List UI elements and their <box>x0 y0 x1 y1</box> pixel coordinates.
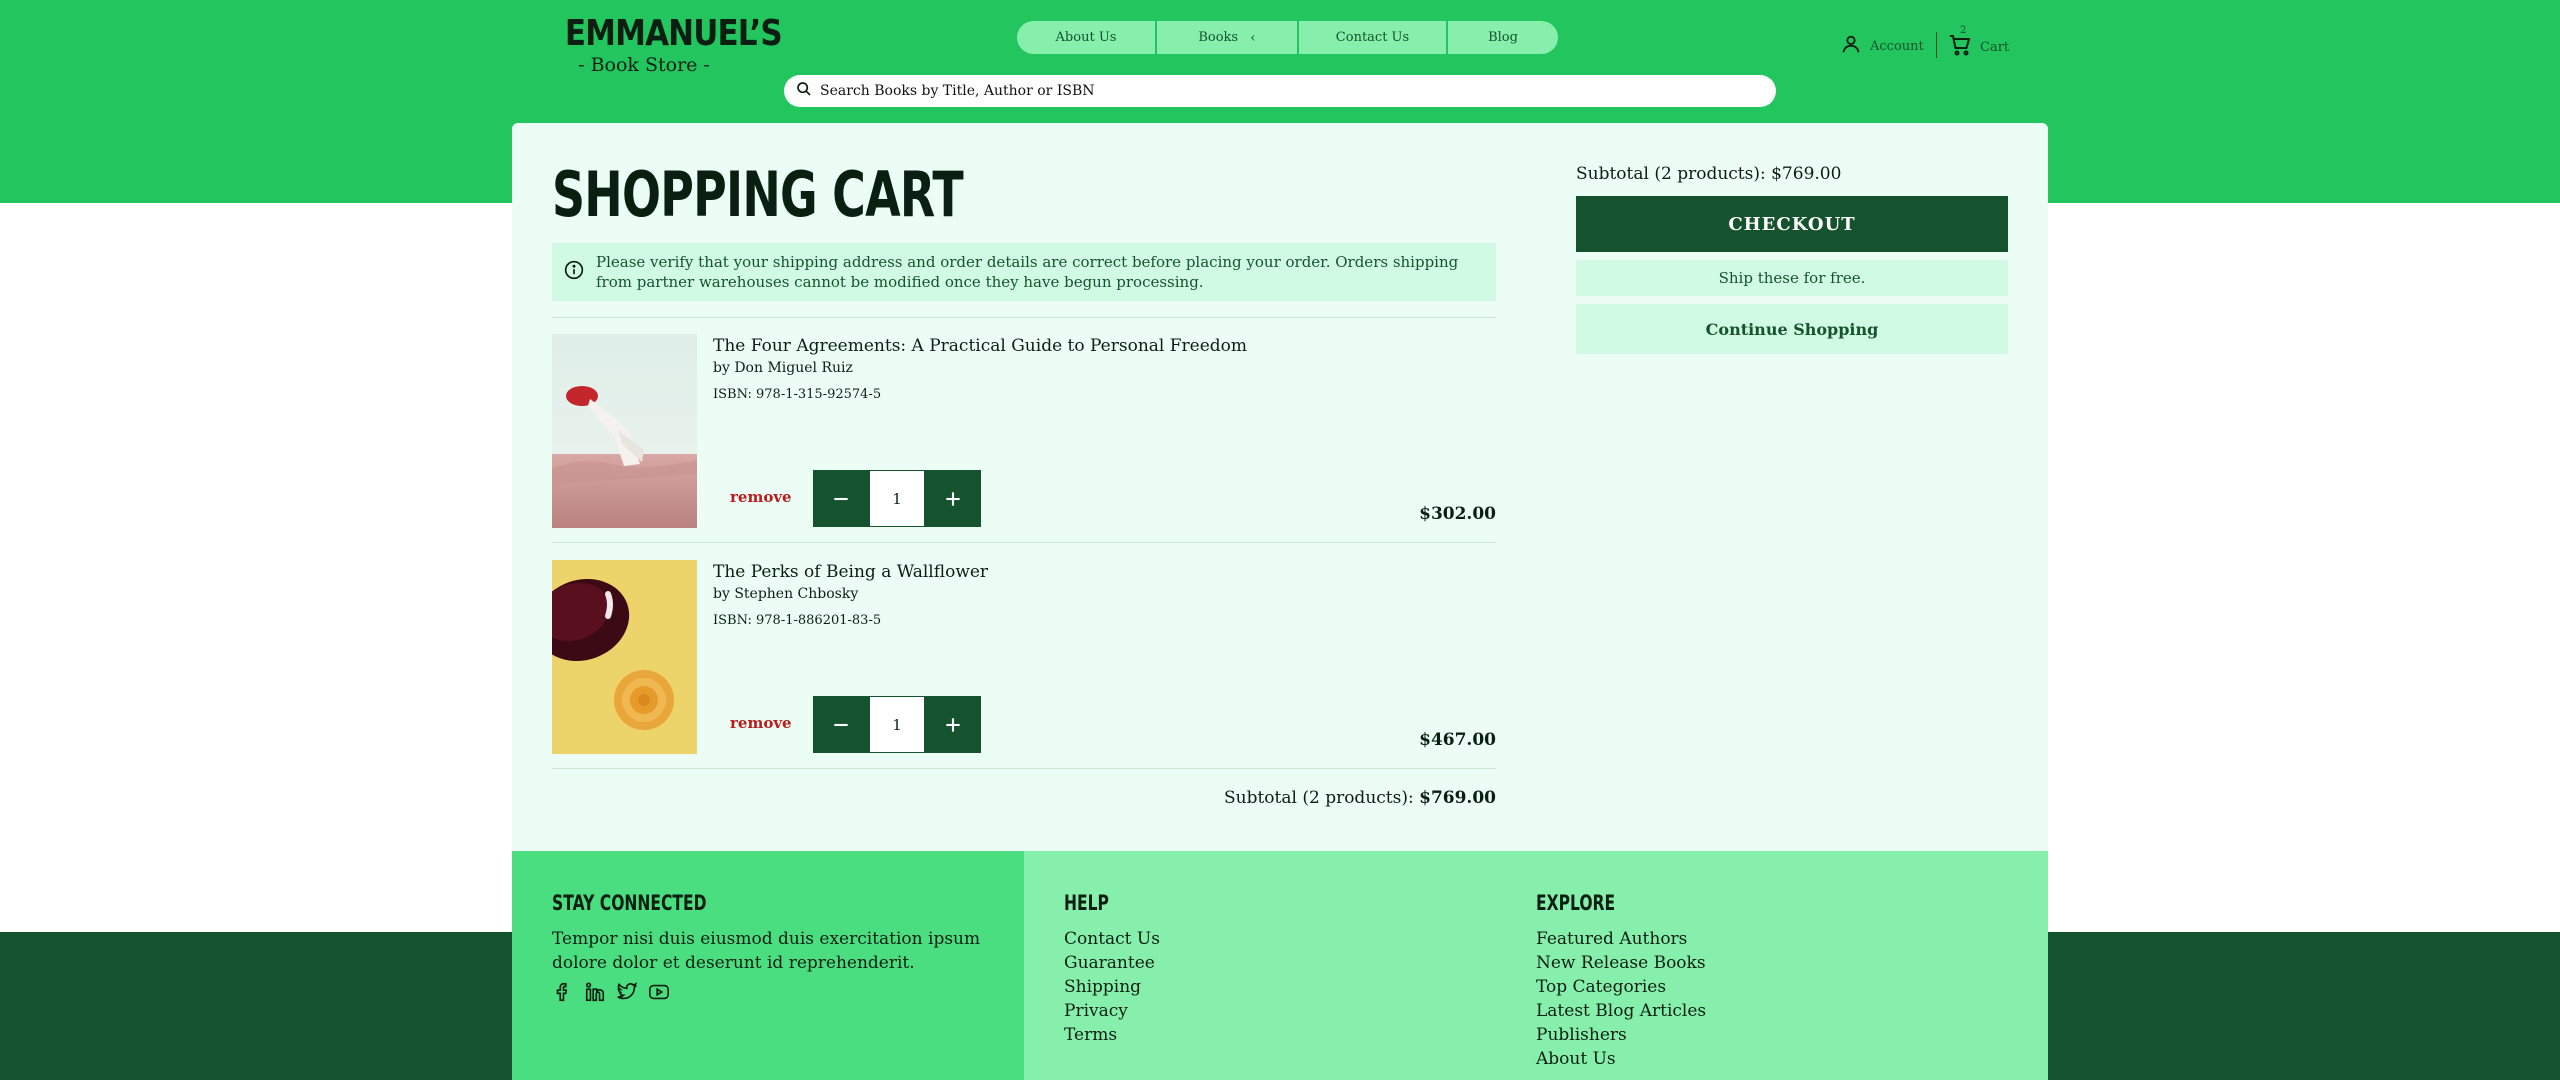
quantity-input[interactable] <box>869 696 925 753</box>
footer-link[interactable]: Featured Authors <box>1536 927 1706 951</box>
decrease-quantity-button[interactable] <box>813 696 869 753</box>
footer-link[interactable]: About Us <box>1536 1047 1706 1071</box>
explore-links: Featured Authors New Release Books Top C… <box>1536 927 1706 1071</box>
nav-blog[interactable]: Blog <box>1448 21 1558 54</box>
decrease-quantity-button[interactable] <box>813 470 869 527</box>
book-title[interactable]: The Four Agreements: A Practical Guide t… <box>713 336 1247 356</box>
linkedin-icon[interactable] <box>584 981 608 1005</box>
footer-link[interactable]: Publishers <box>1536 1023 1706 1047</box>
quantity-stepper <box>813 470 981 527</box>
divider <box>552 768 1496 769</box>
increase-quantity-button[interactable] <box>925 470 981 527</box>
search-input[interactable] <box>820 83 1720 99</box>
continue-shopping-button[interactable]: Continue Shopping <box>1576 304 2008 354</box>
notice-banner: Please verify that your shipping address… <box>552 243 1496 301</box>
search-icon <box>796 81 812 101</box>
header-divider <box>1936 32 1937 58</box>
footer-heading: STAY CONNECTED <box>552 891 707 915</box>
nav-label: About Us <box>1055 30 1117 45</box>
chevron-left-icon: ‹ <box>1250 29 1256 46</box>
cart-icon <box>1948 33 1980 61</box>
book-author: by Stephen Chbosky <box>713 586 859 602</box>
remove-button[interactable]: remove <box>730 714 792 732</box>
info-icon <box>564 260 584 284</box>
book-title[interactable]: The Perks of Being a Wallflower <box>713 562 988 582</box>
nav-label: Books <box>1198 30 1239 45</box>
cart-label: Cart <box>1980 39 2010 55</box>
nav-label: Blog <box>1488 30 1518 45</box>
cart-item: The Perks of Being a Wallflower by Steph… <box>552 560 1496 754</box>
nav-contact-us[interactable]: Contact Us <box>1299 21 1448 54</box>
page-title: SHOPPING CART <box>552 158 964 231</box>
logo-subtitle: - Book Store - <box>578 54 710 76</box>
book-cover-image[interactable] <box>552 334 697 528</box>
youtube-icon[interactable] <box>648 981 672 1005</box>
item-price: $302.00 <box>1419 504 1496 524</box>
increase-quantity-button[interactable] <box>925 696 981 753</box>
quantity-stepper <box>813 696 981 753</box>
notice-text: Please verify that your shipping address… <box>596 253 1459 291</box>
main-nav: About Us Books ‹ Contact Us Blog <box>1017 21 1558 54</box>
footer-explore: EXPLORE Featured Authors New Release Boo… <box>1536 891 1706 1071</box>
checkout-button[interactable]: CHECKOUT <box>1576 196 2008 252</box>
footer-stay-connected: STAY CONNECTED Tempor nisi duis eiusmod … <box>512 851 1024 1080</box>
subtotal-label: Subtotal (2 products): <box>1223 788 1414 808</box>
book-cover-image[interactable] <box>552 560 697 754</box>
footer-link[interactable]: Latest Blog Articles <box>1536 999 1706 1023</box>
facebook-icon[interactable] <box>552 981 576 1005</box>
subtotal-value: $769.00 <box>1419 788 1496 808</box>
footer-link[interactable]: New Release Books <box>1536 951 1706 975</box>
account-link[interactable]: Account <box>1840 33 1924 59</box>
footer-heading: EXPLORE <box>1536 891 1616 915</box>
user-icon <box>1840 33 1870 59</box>
summary-subtotal: Subtotal (2 products): $769.00 <box>1576 164 1842 184</box>
divider <box>552 542 1496 543</box>
logo[interactable]: EMMANUEL’S - Book Store - <box>552 13 783 77</box>
account-label: Account <box>1870 38 1924 54</box>
cart-subtotal: Subtotal (2 products): $769.00 <box>1100 788 1496 808</box>
divider <box>552 317 1496 318</box>
book-author: by Don Miguel Ruiz <box>713 360 853 376</box>
footer-link[interactable]: Top Categories <box>1536 975 1706 999</box>
quantity-input[interactable] <box>869 470 925 527</box>
item-price: $467.00 <box>1419 730 1496 750</box>
logo-name: EMMANUEL’S <box>564 13 783 54</box>
cart-count-badge: 2 <box>1960 25 1967 36</box>
free-shipping-note: Ship these for free. <box>1576 260 2008 296</box>
book-isbn: ISBN: 978-1-315-92574-5 <box>713 387 882 402</box>
twitter-icon[interactable] <box>616 981 640 1005</box>
nav-about-us[interactable]: About Us <box>1017 21 1157 54</box>
social-links <box>552 981 984 1005</box>
remove-button[interactable]: remove <box>730 488 792 506</box>
cart-link[interactable]: 2 Cart <box>1948 25 2010 61</box>
nav-books[interactable]: Books ‹ <box>1157 21 1299 54</box>
cart-item: The Four Agreements: A Practical Guide t… <box>552 334 1496 528</box>
search-bar <box>784 75 1776 107</box>
footer-links: HELP Contact Us Guarantee Shipping Priva… <box>1024 851 2048 1080</box>
footer-text: Tempor nisi duis eiusmod duis exercitati… <box>552 929 981 973</box>
nav-label: Contact Us <box>1335 30 1410 45</box>
book-isbn: ISBN: 978-1-886201-83-5 <box>713 613 882 628</box>
